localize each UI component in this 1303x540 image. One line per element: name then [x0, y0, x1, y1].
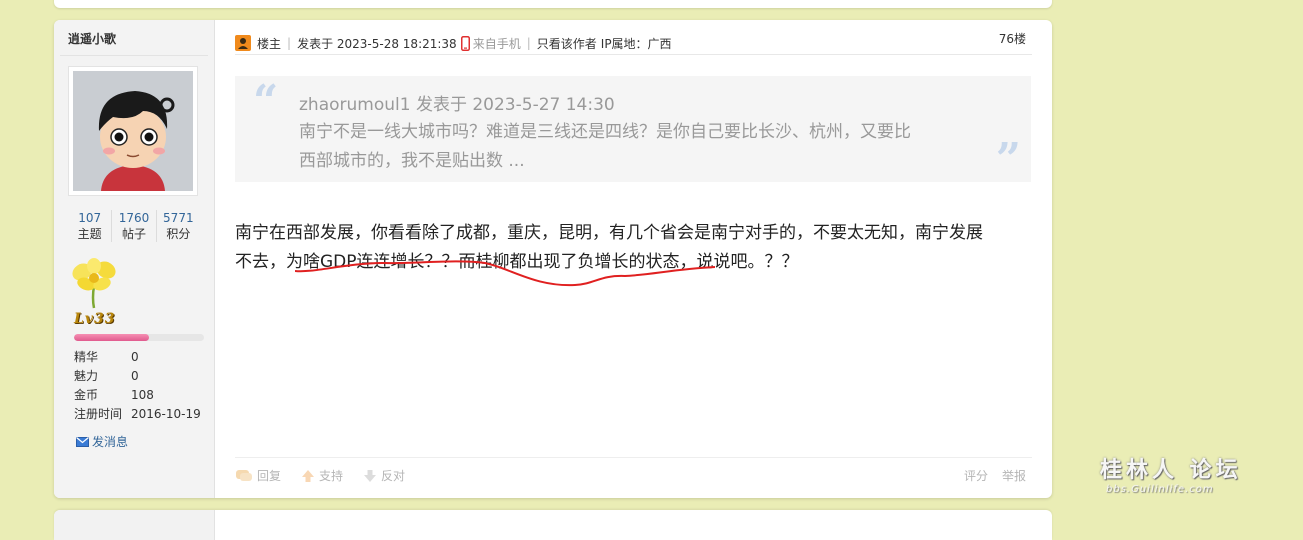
site-watermark: 桂林人 论坛 bbs.Guilinlife.com — [1100, 452, 1242, 495]
flower-medal-icon — [70, 258, 118, 314]
info-value: 0 — [131, 350, 139, 364]
avatar-cartoon-icon — [73, 71, 193, 191]
close-quote-icon: ” — [995, 134, 1021, 185]
mobile-phone-icon — [460, 35, 470, 51]
info-value: 2016-10-19 — [131, 407, 201, 421]
info-row: 魅力 0 — [74, 367, 201, 386]
stat-points[interactable]: 5771 积分 — [155, 210, 200, 242]
separator: | — [287, 36, 292, 50]
level-progress-fill — [74, 334, 150, 341]
stat-value[interactable]: 5771 — [157, 210, 200, 226]
red-underline-annotation — [295, 260, 715, 287]
author-stats: 107 主题 1760 帖子 5771 积分 — [68, 210, 200, 242]
open-quote-icon: “ — [253, 76, 279, 127]
next-post-card — [54, 510, 1052, 540]
info-value: 0 — [131, 369, 139, 383]
post-timestamp: 发表于 2023-5-28 18:21:38 — [297, 36, 457, 51]
arrow-down-icon — [364, 469, 377, 482]
envelope-icon — [76, 436, 89, 447]
send-message-label[interactable]: 发消息 — [92, 433, 128, 450]
quote-author: zhaorumoul1 发表于 2023-5-27 14:30 — [299, 95, 615, 115]
watermark-title: 桂林人 论坛 — [1100, 457, 1242, 483]
info-value: 108 — [131, 388, 154, 402]
oppose-button[interactable]: 反对 — [363, 467, 405, 484]
next-post-sidebar — [54, 510, 215, 540]
separator: | — [526, 36, 531, 50]
post-header: 楼主 | 发表于 2023-5-28 18:21:38 来自手机 | 只看该作者… — [235, 32, 1032, 54]
divider — [60, 55, 208, 56]
stat-label: 积分 — [166, 227, 191, 241]
level-badge: Lv33 — [74, 311, 116, 327]
from-mobile-label: 来自手机 — [472, 36, 521, 51]
author-sidebar: 逍遥小歌 107 主题 1760 帖子 5771 积分 Lv33 精华 0 魅力… — [54, 20, 215, 498]
reply-button[interactable]: 回复 — [235, 467, 281, 484]
send-message-link[interactable]: 发消息 — [76, 433, 128, 450]
ip-location: IP属地：广西 — [600, 36, 672, 51]
stat-label: 帖子 — [121, 227, 146, 241]
watermark-url: bbs.Guilinlife.com — [1106, 484, 1214, 495]
arrow-up-icon — [302, 469, 315, 482]
oppose-label[interactable]: 反对 — [381, 467, 405, 484]
info-key: 金币 — [74, 388, 99, 402]
info-row: 注册时间 2016-10-19 — [74, 405, 201, 424]
reply-label[interactable]: 回复 — [257, 467, 281, 484]
stat-posts[interactable]: 1760 帖子 — [111, 210, 155, 242]
avatar[interactable] — [68, 66, 198, 196]
post-card: 逍遥小歌 107 主题 1760 帖子 5771 积分 Lv33 精华 0 魅力… — [54, 20, 1052, 498]
post-actions-right: 评分 举报 — [964, 467, 1026, 484]
divider — [235, 54, 1032, 55]
info-key: 注册时间 — [74, 407, 123, 421]
louzhu-icon — [235, 35, 251, 51]
rate-link[interactable]: 评分 — [964, 467, 988, 484]
info-row: 金币 108 — [74, 386, 201, 405]
support-label[interactable]: 支持 — [319, 467, 343, 484]
from-mobile: 来自手机 — [460, 35, 521, 52]
stat-topics[interactable]: 107 主题 — [68, 210, 111, 242]
divider — [235, 457, 1032, 458]
info-key: 精华 — [74, 350, 99, 364]
report-link[interactable]: 举报 — [1002, 467, 1026, 484]
louzhu-label: 楼主 — [257, 36, 282, 51]
quote-body: 南宁不是一线大城市吗？难道是三线还是四线？是你自己要比长沙、杭州，又要比 西部城… — [299, 118, 959, 176]
info-key: 魅力 — [74, 369, 99, 383]
support-button[interactable]: 支持 — [301, 467, 343, 484]
post-main: 楼主 | 发表于 2023-5-28 18:21:38 来自手机 | 只看该作者… — [215, 20, 1052, 498]
reply-bubble-icon — [236, 469, 252, 481]
stat-value[interactable]: 1760 — [112, 210, 155, 226]
previous-post-card — [54, 0, 1052, 8]
author-name[interactable]: 逍遥小歌 — [68, 30, 116, 47]
stat-value[interactable]: 107 — [68, 210, 111, 226]
quote-block: “ zhaorumoul1 发表于 2023-5-27 14:30 南宁不是一线… — [235, 76, 1031, 182]
quote-line: 西部城市的，我不是贴出数 ... — [299, 151, 525, 171]
floor-number[interactable]: 76楼 — [999, 30, 1026, 47]
level-progress-bar — [74, 334, 204, 341]
quote-line: 南宁不是一线大城市吗？难道是三线还是四线？是你自己要比长沙、杭州，又要比 — [299, 122, 911, 142]
stat-label: 主题 — [77, 227, 102, 241]
post-actions: 回复 支持 反对 — [235, 467, 405, 484]
author-info: 精华 0 魅力 0 金币 108 注册时间 2016-10-19 — [74, 348, 201, 424]
only-author-link[interactable]: 只看该作者 — [537, 35, 597, 52]
info-row: 精华 0 — [74, 348, 201, 367]
